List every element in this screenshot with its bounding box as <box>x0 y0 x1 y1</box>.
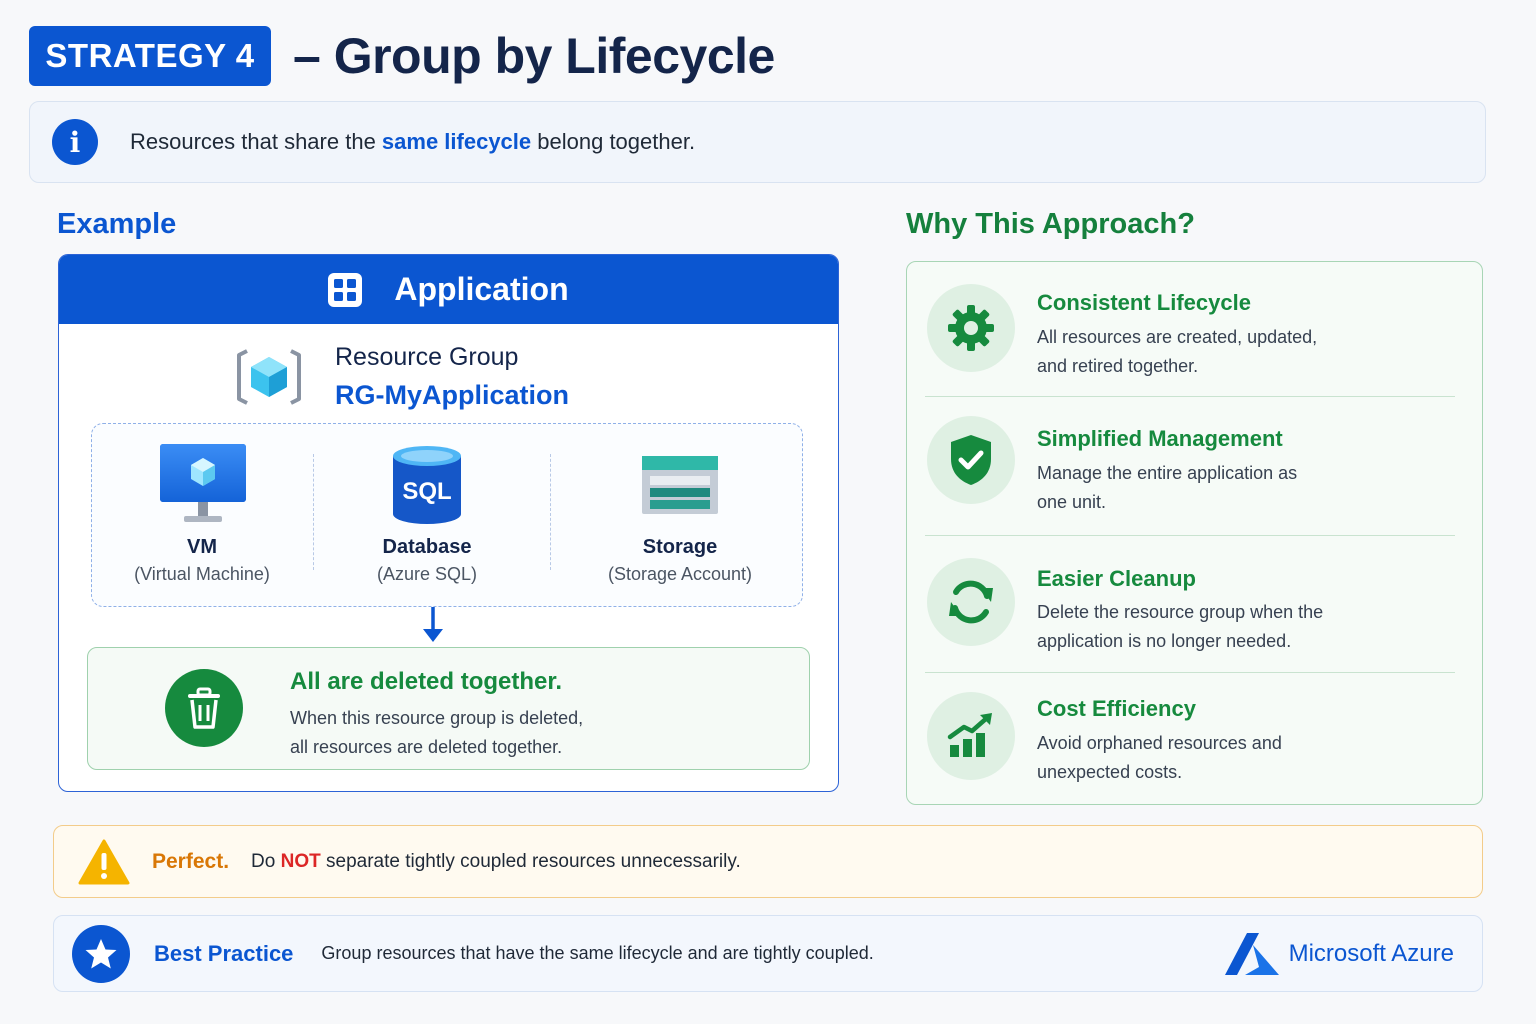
sql-database-icon: SQL <box>393 446 461 524</box>
gear-icon <box>927 284 1015 372</box>
warning-text-before: Do <box>251 850 281 872</box>
resource-group-icon <box>237 349 301 405</box>
deleted-line-2: all resources are deleted together. <box>290 737 563 757</box>
why-section-title: Why This Approach? <box>906 208 1195 240</box>
why-item-line: Avoid orphaned resources and <box>1037 733 1282 753</box>
trash-icon <box>165 669 243 747</box>
page-header: STRATEGY 4 – Group by Lifecycle <box>29 26 775 86</box>
application-title: Application <box>394 271 569 307</box>
info-text: Resources that share the same lifecycle … <box>130 129 695 155</box>
deleted-together-box: All are deleted together. When this reso… <box>87 647 810 770</box>
application-header: Application <box>59 255 838 324</box>
divider <box>925 396 1455 397</box>
storage-icon <box>642 456 718 514</box>
best-practice-label: Best Practice <box>154 940 294 966</box>
warning-label: Perfect. <box>152 849 230 873</box>
shield-check-icon <box>927 416 1015 504</box>
warning-banner: Perfect. Do NOT separate tightly coupled… <box>53 825 1483 898</box>
resource-group-name: RG-MyApplication <box>335 380 569 410</box>
example-section-title: Example <box>57 208 177 240</box>
best-practice-text: Group resources that have the same lifec… <box>321 943 874 963</box>
why-panel: Consistent Lifecycle All resources are c… <box>906 261 1483 805</box>
resource-name: Database <box>382 536 472 558</box>
why-item-consistent-lifecycle: Consistent Lifecycle All resources are c… <box>925 284 1455 394</box>
info-highlight: same lifecycle <box>381 129 532 154</box>
azure-logo-icon <box>1224 933 1279 975</box>
down-arrow-icon <box>423 607 443 642</box>
warning-text-after: separate tightly coupled resources unnec… <box>320 850 741 872</box>
why-item-description: Manage the entire application as one uni… <box>1037 459 1367 517</box>
why-item-title: Easier Cleanup <box>1037 566 1196 591</box>
deleted-line-1: When this resource group is deleted, <box>290 708 584 728</box>
page-title: – Group by Lifecycle <box>293 28 775 84</box>
why-item-line: Delete the resource group when the <box>1037 602 1324 622</box>
why-item-line: unexpected costs. <box>1037 762 1183 782</box>
why-item-title: Simplified Management <box>1037 426 1283 451</box>
why-item-title: Cost Efficiency <box>1037 696 1196 721</box>
why-item-cost-efficiency: Cost Efficiency Avoid orphaned resources… <box>925 688 1455 798</box>
warning-icon <box>78 839 130 884</box>
application-card: Application Resource Group RG-MyApplicat… <box>58 254 839 792</box>
resource-subtitle: (Virtual Machine) <box>134 564 270 584</box>
app-grid-icon <box>328 272 363 307</box>
star-icon <box>72 924 130 983</box>
sql-icon-text: SQL <box>402 478 451 505</box>
vm-icon <box>160 444 246 522</box>
resources-container: VM (Virtual Machine) SQL Database (Azure… <box>91 423 803 607</box>
resource-group: Resource Group RG-MyApplication <box>233 343 569 411</box>
divider <box>550 454 551 570</box>
why-item-line: application is no longer needed. <box>1037 631 1292 651</box>
resource-subtitle: (Storage Account) <box>607 564 753 584</box>
why-item-description: Avoid orphaned resources and unexpected … <box>1037 729 1367 787</box>
resource-subtitle: (Azure SQL) <box>376 564 478 584</box>
divider <box>925 672 1455 673</box>
why-item-simplified-management: Simplified Management Manage the entire … <box>925 416 1455 526</box>
info-icon: i <box>52 119 98 165</box>
warning-not: NOT <box>280 850 321 872</box>
warning-text: Do NOT separate tightly coupled resource… <box>251 851 741 873</box>
info-text-after: belong together. <box>531 129 696 154</box>
best-practice-banner: Best Practice Group resources that have … <box>53 915 1483 992</box>
why-item-description: All resources are created, updated, and … <box>1037 323 1367 381</box>
microsoft-azure-logo: Microsoft Azure <box>1223 931 1454 977</box>
chart-growth-icon <box>927 692 1015 780</box>
why-item-line: and retired together. <box>1037 356 1199 376</box>
info-banner: i Resources that share the same lifecycl… <box>29 101 1486 183</box>
resource-name: VM <box>187 536 217 558</box>
deleted-title: All are deleted together. <box>290 668 563 695</box>
strategy-badge: STRATEGY 4 <box>29 26 271 86</box>
why-item-line: Manage the entire application as <box>1037 463 1298 483</box>
refresh-icon <box>927 558 1015 646</box>
divider <box>925 535 1455 536</box>
resource-name: Storage <box>642 536 718 558</box>
why-item-title: Consistent Lifecycle <box>1037 290 1251 315</box>
deleted-description: When this resource group is deleted, all… <box>290 704 583 762</box>
why-item-line: one unit. <box>1037 492 1107 512</box>
why-item-line: All resources are created, updated, <box>1037 327 1318 347</box>
why-item-easier-cleanup: Easier Cleanup Delete the resource group… <box>925 556 1455 666</box>
info-text-before: Resources that share the <box>130 129 382 154</box>
resource-group-label: Resource Group <box>335 343 519 371</box>
azure-brand-text: Microsoft Azure <box>1288 940 1454 967</box>
why-item-description: Delete the resource group when the appli… <box>1037 598 1367 656</box>
